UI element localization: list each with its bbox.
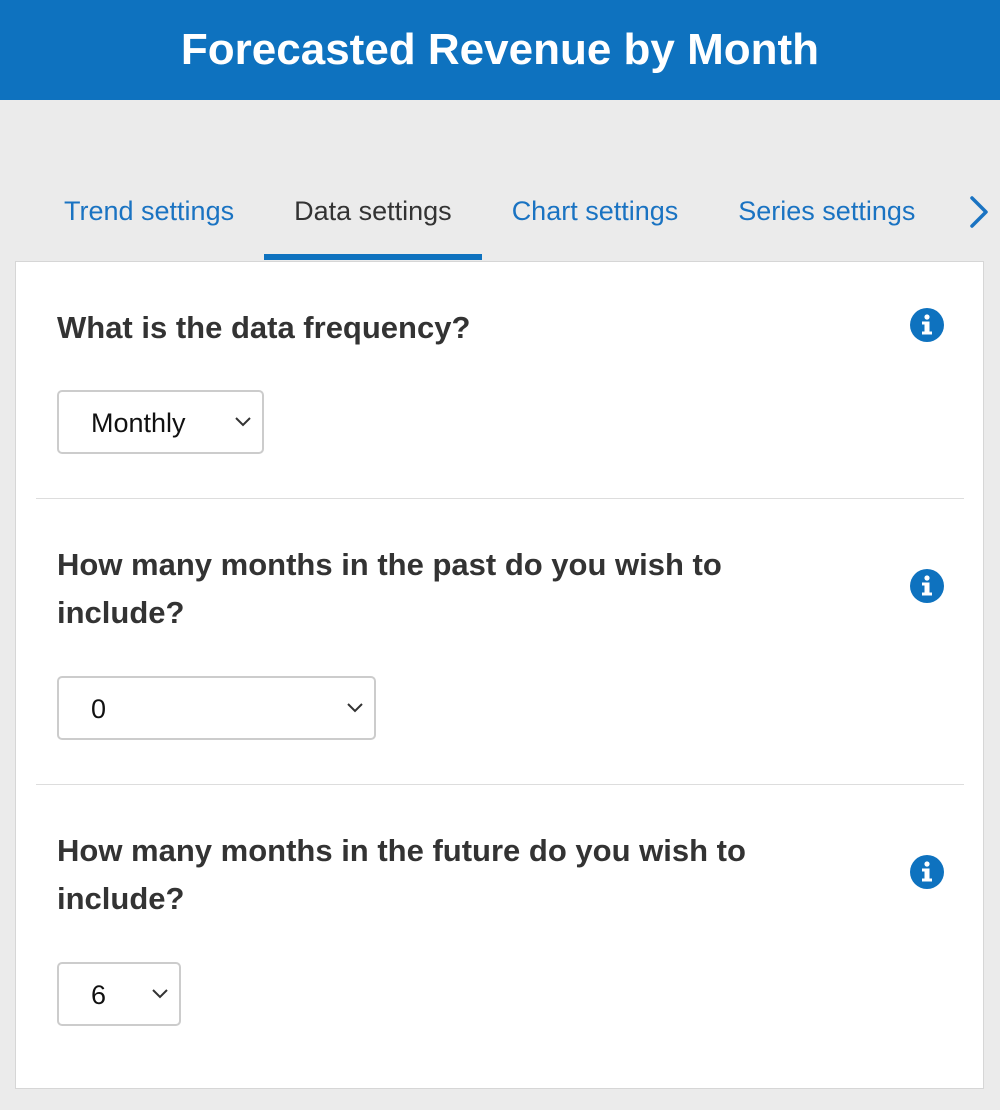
data-frequency-section: What is the data frequency? Monthly (36, 262, 964, 499)
past-months-value: 0 (91, 694, 107, 724)
chevron-right-icon[interactable] (964, 192, 994, 232)
tab-trend-settings[interactable]: Trend settings (34, 180, 264, 260)
page-header: Forecasted Revenue by Month (0, 0, 1000, 100)
data-frequency-question: What is the data frequency? (57, 310, 471, 345)
settings-tabs: Trend settings Data settings Chart setti… (34, 180, 945, 260)
data-frequency-value: Monthly (91, 408, 186, 438)
info-icon[interactable] (910, 855, 944, 889)
settings-panel: What is the data frequency? Monthly How … (15, 261, 984, 1089)
future-months-question: How many months in the future do you wis… (57, 833, 746, 916)
page-title: Forecasted Revenue by Month (180, 25, 820, 74)
past-months-section: How many months in the past do you wish … (36, 499, 964, 785)
chevron-down-icon (347, 703, 363, 713)
chevron-down-icon (235, 417, 251, 427)
chevron-down-icon (152, 989, 168, 999)
info-icon[interactable] (910, 308, 944, 342)
past-months-select[interactable]: 0 (57, 676, 376, 740)
info-icon[interactable] (910, 569, 944, 603)
future-months-select[interactable]: 6 (57, 962, 181, 1026)
tab-data-settings[interactable]: Data settings (264, 180, 482, 260)
tab-series-settings[interactable]: Series settings (708, 180, 945, 260)
data-frequency-select[interactable]: Monthly (57, 390, 264, 454)
future-months-value: 6 (91, 980, 107, 1010)
future-months-section: How many months in the future do you wis… (36, 785, 964, 1085)
past-months-question: How many months in the past do you wish … (57, 547, 722, 630)
tab-chart-settings[interactable]: Chart settings (482, 180, 709, 260)
